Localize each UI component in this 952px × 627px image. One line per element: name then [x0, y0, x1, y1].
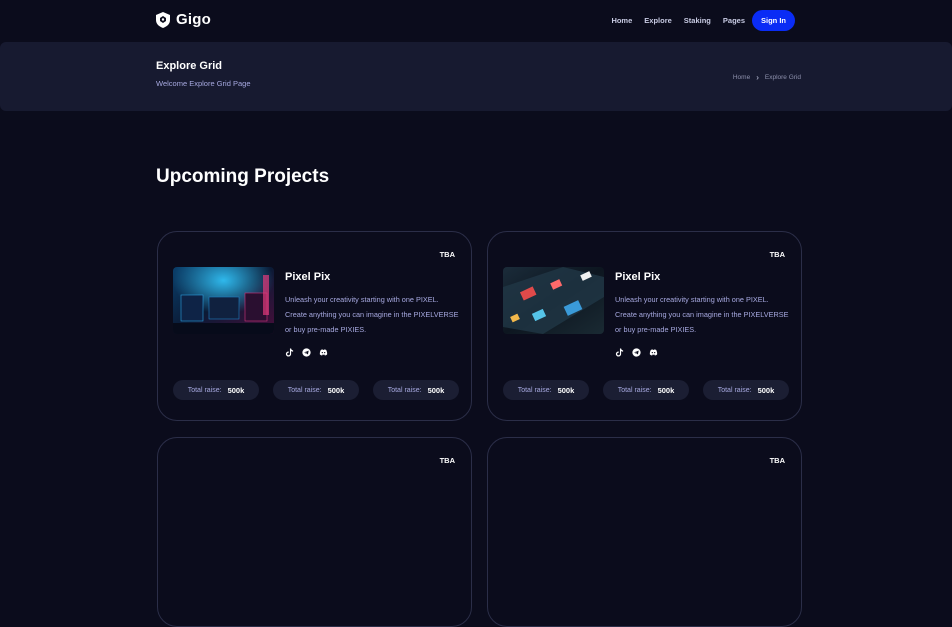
nav-links: Home Explore Staking Pages Sign In: [611, 10, 795, 31]
page-title: Explore Grid: [156, 60, 223, 72]
tiktok-icon[interactable]: [615, 348, 624, 357]
nav-link-home[interactable]: Home: [611, 16, 632, 25]
nav-link-staking[interactable]: Staking: [684, 16, 711, 25]
project-description: Unleash your creativity starting with on…: [615, 295, 789, 334]
stat-value: 500k: [757, 385, 775, 395]
section-title: Upcoming Projects: [156, 166, 330, 187]
status-badge: TBA: [769, 456, 785, 465]
stat-label: Total raise:: [517, 386, 552, 394]
stat-value: 500k: [657, 385, 675, 395]
project-description: Unleash your creativity starting with on…: [285, 295, 459, 334]
stat-label: Total raise:: [187, 386, 222, 394]
project-card[interactable]: TBA Pixel Pix Unleash your creativity st…: [487, 231, 802, 421]
breadcrumb: Home › Explore Grid: [733, 73, 801, 82]
sign-in-button[interactable]: Sign In: [752, 10, 795, 31]
project-image: [503, 267, 604, 334]
logo[interactable]: Gigo: [156, 11, 211, 28]
stat-label: Total raise:: [717, 386, 752, 394]
project-stats: Total raise: 500k Total raise: 500k Tota…: [173, 380, 459, 400]
stat-pill: Total raise: 500k: [703, 380, 789, 400]
chevron-right-icon: ›: [756, 73, 759, 82]
stat-value: 500k: [227, 385, 245, 395]
project-stats: Total raise: 500k Total raise: 500k Tota…: [503, 380, 789, 400]
shield-logo-icon: [156, 11, 170, 28]
project-card[interactable]: TBA Pixel Pix Unleash your creativity st…: [157, 231, 472, 421]
project-title[interactable]: Pixel Pix: [615, 271, 660, 283]
telegram-icon[interactable]: [302, 348, 311, 357]
status-badge: TBA: [769, 250, 785, 259]
project-card[interactable]: TBA: [487, 437, 802, 627]
stat-pill: Total raise: 500k: [173, 380, 259, 400]
project-title[interactable]: Pixel Pix: [285, 271, 330, 283]
stat-label: Total raise:: [287, 386, 322, 394]
stat-pill: Total raise: 500k: [273, 380, 359, 400]
breadcrumb-current: Explore Grid: [764, 74, 801, 81]
discord-icon[interactable]: [649, 348, 658, 357]
logo-text: Gigo: [176, 11, 211, 28]
tiktok-icon[interactable]: [285, 348, 294, 357]
discord-icon[interactable]: [319, 348, 328, 357]
nav-link-pages[interactable]: Pages: [723, 16, 745, 25]
nav-link-explore[interactable]: Explore: [644, 16, 672, 25]
project-card[interactable]: TBA: [157, 437, 472, 627]
project-image: [173, 267, 274, 334]
page-banner: Explore Grid Welcome Explore Grid Page H…: [0, 42, 952, 111]
status-badge: TBA: [439, 456, 455, 465]
stat-label: Total raise:: [387, 386, 422, 394]
stat-value: 500k: [427, 385, 445, 395]
social-links: [285, 348, 328, 357]
stat-pill: Total raise: 500k: [503, 380, 589, 400]
stat-value: 500k: [327, 385, 345, 395]
status-badge: TBA: [439, 250, 455, 259]
stat-pill: Total raise: 500k: [603, 380, 689, 400]
stat-value: 500k: [557, 385, 575, 395]
stat-pill: Total raise: 500k: [373, 380, 459, 400]
breadcrumb-home[interactable]: Home: [733, 74, 750, 81]
top-navbar: Gigo Home Explore Staking Pages Sign In: [0, 0, 952, 42]
stat-label: Total raise:: [617, 386, 652, 394]
telegram-icon[interactable]: [632, 348, 641, 357]
social-links: [615, 348, 658, 357]
page-subtitle: Welcome Explore Grid Page: [156, 79, 251, 88]
